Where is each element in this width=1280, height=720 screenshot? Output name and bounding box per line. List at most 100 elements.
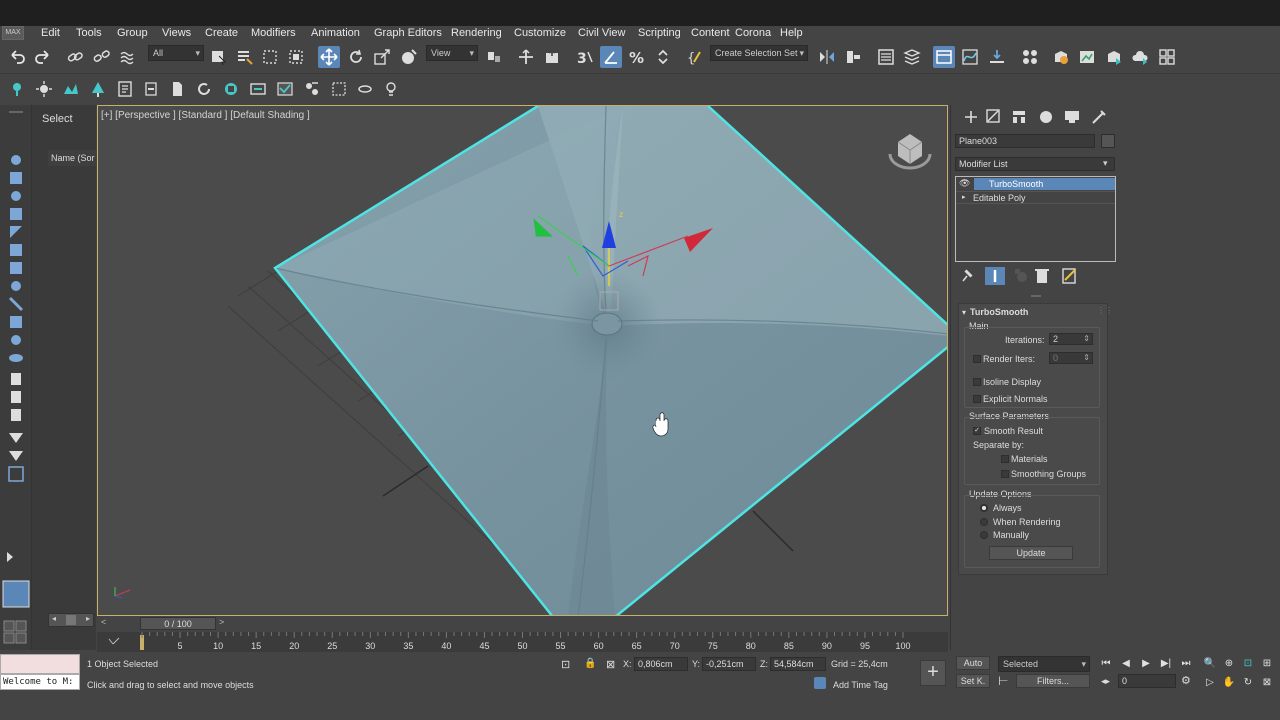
smoothing-groups-label[interactable]: Smoothing Groups <box>1011 469 1086 479</box>
time-next-button[interactable]: > <box>219 617 224 627</box>
rollout-collapse-icon[interactable]: ▾ <box>962 308 966 317</box>
explicit-normals-label[interactable]: Explicit Normals <box>983 394 1048 404</box>
when-rendering-radio[interactable] <box>980 518 988 526</box>
snaps-toggle-icon[interactable]: 3 <box>574 46 596 68</box>
absolute-mode-icon[interactable]: ⊠ <box>606 658 615 671</box>
expand-arrow-icon[interactable]: ▸ <box>962 193 966 201</box>
materials-checkbox[interactable] <box>1001 455 1009 463</box>
undo-icon[interactable] <box>6 46 28 68</box>
select-and-move-icon[interactable] <box>318 46 340 68</box>
menu-help[interactable]: Help <box>780 26 803 40</box>
menu-customize[interactable]: Customize <box>514 26 566 40</box>
percent-snap-icon[interactable]: % <box>626 46 648 68</box>
time-tag-icon[interactable] <box>814 677 826 689</box>
field-of-view-icon[interactable]: ▷ <box>1202 674 1218 690</box>
window-crossing-icon[interactable] <box>285 46 307 68</box>
y-coordinate-field[interactable]: -0,251cm <box>702 657 756 671</box>
menu-edit[interactable]: Edit <box>41 26 60 40</box>
tree-icon[interactable] <box>87 78 109 100</box>
menu-civil-view[interactable]: Civil View <box>578 26 625 40</box>
go-to-start-icon[interactable]: ⏮ <box>1098 655 1114 671</box>
go-to-end-icon[interactable]: ⏭ <box>1178 655 1194 671</box>
smooth-result-label[interactable]: Smooth Result <box>984 426 1043 436</box>
scene-explorer-name-column[interactable]: Name (Sor <box>48 150 96 166</box>
iterations-spinner[interactable]: 2 <box>1049 333 1093 345</box>
select-by-name-icon[interactable] <box>233 46 255 68</box>
current-frame-field[interactable]: 0 <box>1118 674 1176 688</box>
stack-item-turbosmooth[interactable]: TurboSmooth <box>974 178 1115 190</box>
rollout-grip-icon[interactable]: ⋮⋮ <box>1097 306 1113 315</box>
orbit-icon[interactable]: ↻ <box>1240 674 1256 690</box>
scene-explorer-select-tab[interactable]: Select <box>32 108 96 130</box>
toggle-layer-explorer-icon[interactable] <box>901 46 923 68</box>
isolate-selection-icon[interactable]: ⊡ <box>561 658 570 671</box>
render-iters-checkbox[interactable] <box>973 355 981 363</box>
menu-corona[interactable]: Corona <box>735 26 771 40</box>
interactive-render-icon[interactable] <box>220 78 242 100</box>
menu-graph-editors[interactable]: Graph Editors <box>374 26 442 40</box>
reference-coordinate-dropdown[interactable]: View <box>426 45 478 61</box>
next-frame-icon[interactable]: ▶| <box>1158 655 1174 671</box>
redo-icon[interactable] <box>32 46 54 68</box>
x-coordinate-field[interactable]: 0,806cm <box>634 657 688 671</box>
menu-create[interactable]: Create <box>205 26 238 40</box>
refresh-icon[interactable] <box>193 78 215 100</box>
object-color-swatch[interactable] <box>1101 134 1115 148</box>
z-coordinate-field[interactable]: 54,584cm <box>770 657 826 671</box>
zoom-extents-all-icon[interactable]: ⊞ <box>1259 655 1275 671</box>
trackbar[interactable]: 5 10 15 20 25 30 35 40 45 50 55 60 65 70 75 80 85 90 95 100 <box>97 632 948 652</box>
manually-radio[interactable] <box>980 531 988 539</box>
mirror-icon[interactable] <box>816 46 838 68</box>
create-light-icon[interactable] <box>6 78 28 100</box>
smoothing-groups-checkbox[interactable] <box>1001 470 1009 478</box>
unlink-icon[interactable] <box>90 46 112 68</box>
render-in-cloud-icon[interactable] <box>1129 46 1151 68</box>
render-iters-spinner[interactable]: 0 <box>1049 352 1093 364</box>
key-mode-icon[interactable]: ⊢ <box>998 674 1008 688</box>
rollout-title[interactable]: TurboSmooth <box>970 307 1028 317</box>
when-rendering-label[interactable]: When Rendering <box>993 517 1061 527</box>
toggle-ribbon-icon[interactable] <box>933 46 955 68</box>
link-icon[interactable] <box>64 46 86 68</box>
bind-space-warp-icon[interactable] <box>117 46 139 68</box>
isoline-display-label[interactable]: Isoline Display <box>983 377 1041 387</box>
schematic-view-icon[interactable] <box>986 46 1008 68</box>
menu-rendering[interactable]: Rendering <box>451 26 502 40</box>
play-icon[interactable]: ▶ <box>1138 655 1154 671</box>
time-slider-thumb[interactable]: 0 / 100 <box>140 617 216 630</box>
menu-group[interactable]: Group <box>117 26 148 40</box>
keyboard-shortcut-override-icon[interactable] <box>541 46 563 68</box>
curve-editor-icon[interactable] <box>959 46 981 68</box>
stack-controls[interactable] <box>957 265 1117 287</box>
add-time-tag[interactable]: Add Time Tag <box>833 680 888 690</box>
viewport-scene[interactable]: z <box>98 106 948 616</box>
spinner-snap-icon[interactable] <box>652 46 674 68</box>
set-key-button[interactable]: Set K. <box>956 674 990 688</box>
selection-filter-dropdown[interactable]: All <box>148 45 204 61</box>
always-radio[interactable] <box>980 504 988 512</box>
viewport-label[interactable]: [+] [Perspective ] [Standard ] [Default … <box>101 110 310 121</box>
menu-animation[interactable]: Animation <box>311 26 360 40</box>
app-logo[interactable]: MAX <box>2 26 24 40</box>
modifier-stack[interactable]: TurboSmooth 👁 Editable Poly ▸ <box>955 176 1116 262</box>
command-panel-tabs[interactable] <box>951 105 1280 135</box>
converter-icon[interactable] <box>140 78 162 100</box>
proxy-icon[interactable] <box>166 78 188 100</box>
menu-modifiers[interactable]: Modifiers <box>251 26 296 40</box>
named-selection-set-dropdown[interactable]: Create Selection Set <box>710 45 808 61</box>
key-filter-dropdown[interactable]: Selected <box>998 656 1090 672</box>
key-filters-button[interactable]: Filters... <box>1016 674 1090 688</box>
zoom-all-icon[interactable]: ⊕ <box>1221 655 1237 671</box>
smooth-result-checkbox[interactable]: ✓ <box>973 427 981 435</box>
time-slider-track[interactable]: < > <box>97 617 948 631</box>
scatter-icon[interactable] <box>60 78 82 100</box>
panel-divider[interactable] <box>1031 295 1041 297</box>
eye-icon[interactable]: 👁 <box>959 178 970 189</box>
manually-label[interactable]: Manually <box>993 530 1029 540</box>
zoom-extents-icon[interactable]: ⊡ <box>1240 655 1256 671</box>
rendered-frame-window-icon[interactable] <box>1076 46 1098 68</box>
fur-icon[interactable] <box>114 78 136 100</box>
render-region-icon[interactable] <box>328 78 350 100</box>
maxscript-listener-top[interactable] <box>0 654 80 674</box>
perspective-viewport[interactable]: z <box>97 105 948 616</box>
